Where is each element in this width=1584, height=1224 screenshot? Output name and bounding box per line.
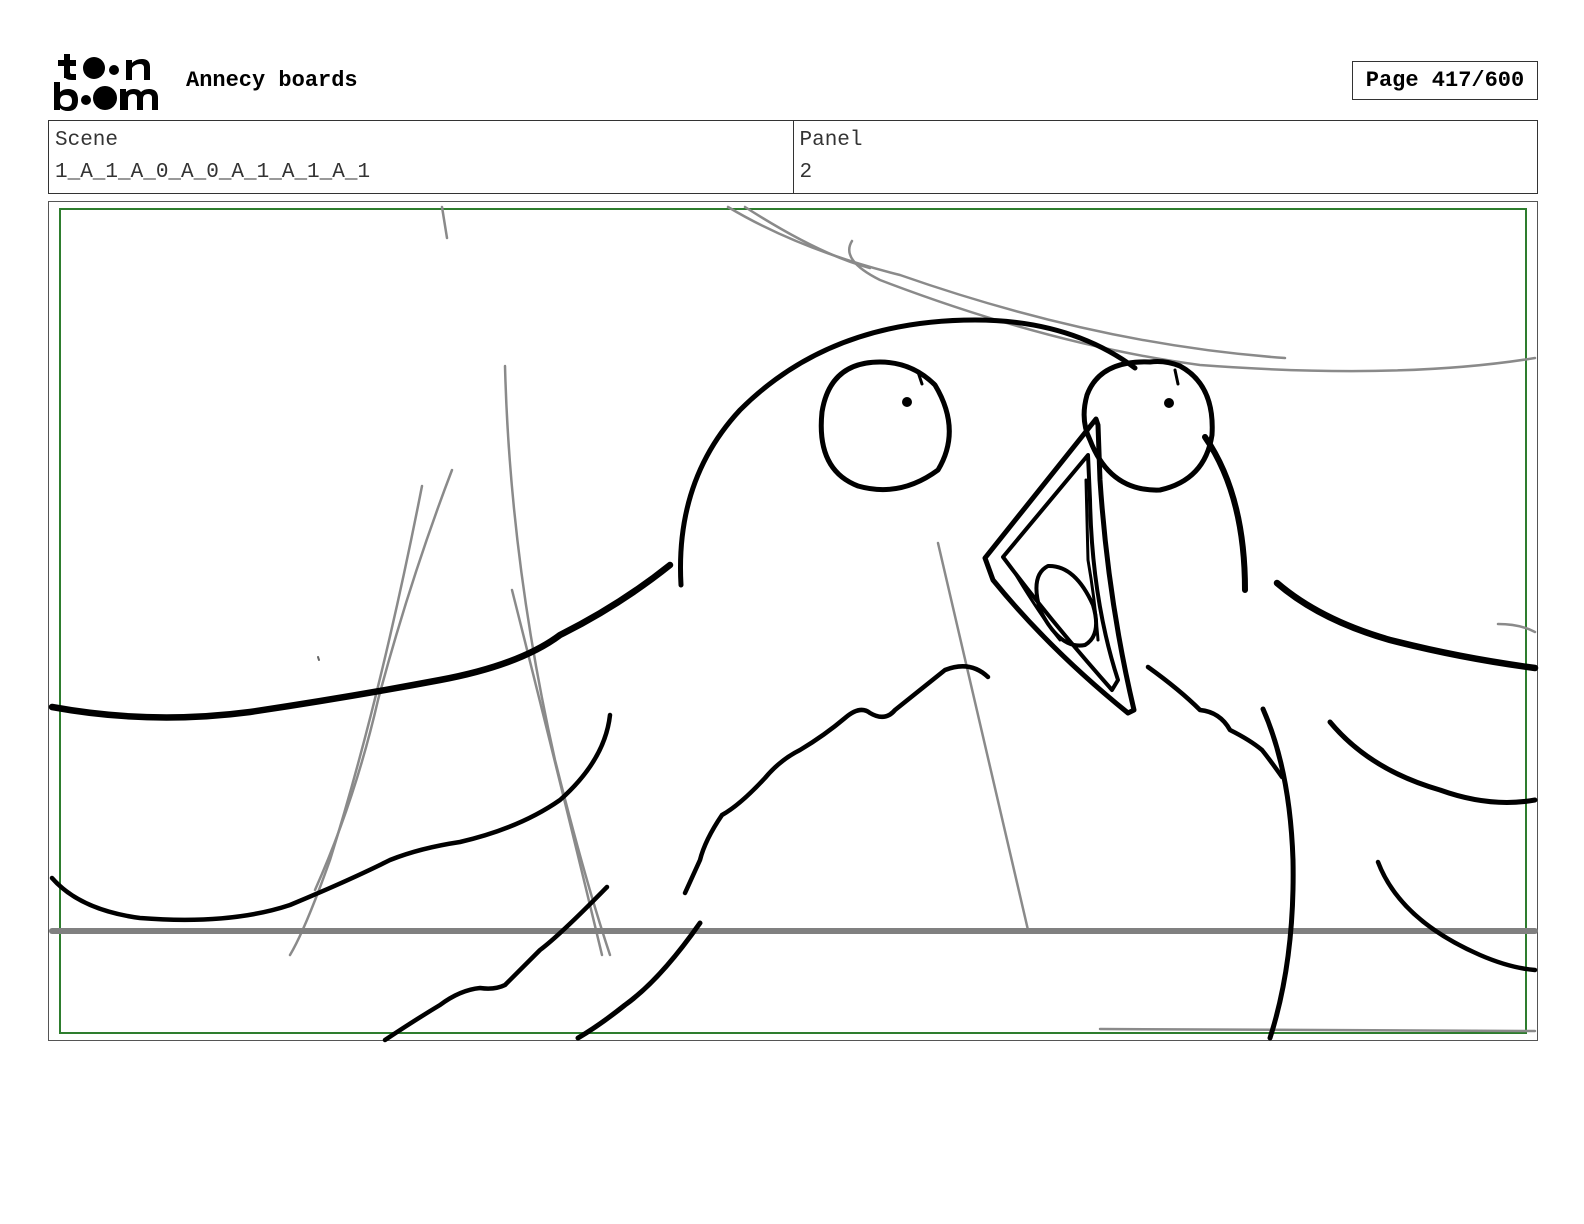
storyboard-sketch [48,205,1539,1043]
construction-lines [288,205,1537,1033]
